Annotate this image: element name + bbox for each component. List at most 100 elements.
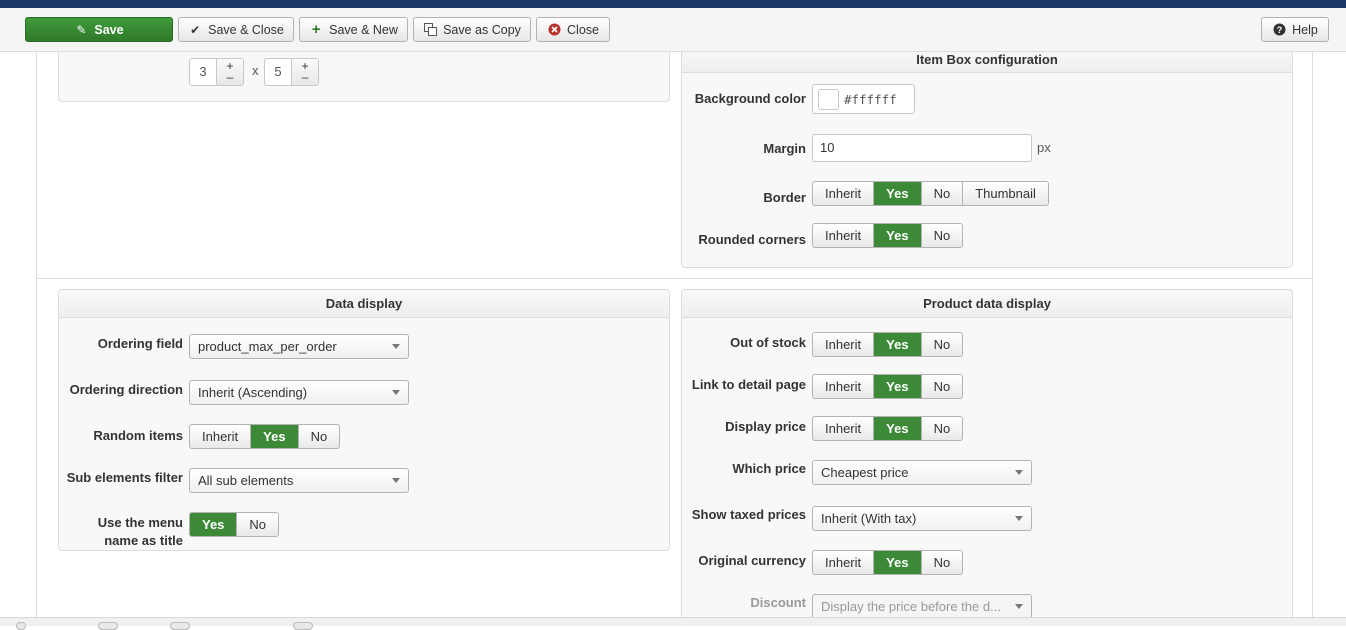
status-indicator — [98, 622, 118, 630]
chevron-down-icon — [392, 344, 400, 349]
status-indicator — [170, 622, 190, 630]
out-of-stock-option-yes[interactable]: Yes — [874, 333, 922, 356]
random-option-no[interactable]: No — [299, 425, 340, 448]
data-display-title: Data display — [59, 290, 669, 318]
check-icon: ✔ — [190, 22, 201, 37]
display-price-option-inherit[interactable]: Inherit — [813, 417, 875, 440]
sub-elements-select[interactable]: All sub elements — [189, 468, 409, 493]
times-separator: x — [252, 63, 259, 78]
close-circle-icon — [547, 23, 561, 37]
layout-size-panel: 3 + – x 5 + – — [58, 52, 670, 102]
taxed-prices-label: Show taxed prices — [691, 507, 806, 522]
background-color-label: Background color — [694, 91, 806, 106]
columns-stepper[interactable]: 5 + – — [264, 58, 319, 86]
save-button[interactable]: ✎ Save — [25, 17, 173, 42]
close-label: Close — [567, 22, 599, 37]
rows-value: 3 — [190, 59, 217, 85]
plus-icon: + — [311, 21, 321, 38]
ordering-direction-select[interactable]: Inherit (Ascending) — [189, 380, 409, 405]
rounded-option-yes[interactable]: Yes — [874, 224, 922, 247]
columns-value: 5 — [265, 59, 292, 85]
which-price-select[interactable]: Cheapest price — [812, 460, 1032, 485]
random-items-toggle[interactable]: Inherit Yes No — [189, 424, 341, 449]
save-close-button[interactable]: ✔ Save & Close — [178, 17, 294, 42]
random-option-yes[interactable]: Yes — [251, 425, 299, 448]
svg-text:?: ? — [1276, 25, 1282, 35]
which-price-value: Cheapest price — [821, 465, 909, 480]
decrement-icon[interactable]: – — [227, 71, 234, 83]
color-swatch[interactable] — [818, 88, 839, 110]
original-currency-label: Original currency — [698, 553, 806, 568]
rounded-corners-toggle[interactable]: Inherit Yes No — [812, 223, 964, 248]
save-new-button[interactable]: + Save & New — [299, 17, 408, 42]
chevron-down-icon — [392, 478, 400, 483]
menu-name-title-label: Use the menu name as title — [97, 515, 183, 548]
display-price-option-no[interactable]: No — [922, 417, 963, 440]
original-currency-option-inherit[interactable]: Inherit — [813, 551, 875, 574]
menu-name-option-no[interactable]: No — [237, 513, 278, 536]
discount-select[interactable]: Display the price before the d... — [812, 594, 1032, 618]
status-bar — [0, 617, 1346, 630]
original-currency-option-yes[interactable]: Yes — [874, 551, 922, 574]
save-copy-label: Save as Copy — [443, 22, 521, 37]
close-button[interactable]: Close — [536, 17, 610, 42]
original-currency-option-no[interactable]: No — [922, 551, 963, 574]
chevron-down-icon — [1015, 470, 1023, 475]
help-button[interactable]: ? Help — [1261, 17, 1329, 42]
background-color-field[interactable]: #ffffff — [812, 84, 915, 114]
border-option-inherit[interactable]: Inherit — [813, 182, 875, 205]
sub-elements-value: All sub elements — [198, 473, 294, 488]
ordering-direction-label: Ordering direction — [69, 382, 183, 397]
display-price-toggle[interactable]: Inherit Yes No — [812, 416, 964, 441]
margin-input[interactable]: 10 — [812, 134, 1032, 162]
out-of-stock-toggle[interactable]: Inherit Yes No — [812, 332, 964, 357]
top-navbar-strip — [0, 0, 1346, 8]
ordering-field-value: product_max_per_order — [198, 339, 337, 354]
random-option-inherit[interactable]: Inherit — [190, 425, 252, 448]
chevron-down-icon — [392, 390, 400, 395]
main-content: 3 + – x 5 + – Item Box configuration Bac… — [36, 52, 1313, 618]
random-items-label: Random items — [93, 428, 183, 443]
out-of-stock-option-no[interactable]: No — [922, 333, 963, 356]
chevron-down-icon — [1015, 516, 1023, 521]
taxed-prices-select[interactable]: Inherit (With tax) — [812, 506, 1032, 531]
rows-stepper[interactable]: 3 + – — [189, 58, 244, 86]
which-price-label: Which price — [732, 461, 806, 476]
link-detail-option-yes[interactable]: Yes — [874, 375, 922, 398]
menu-name-title-toggle[interactable]: Yes No — [189, 512, 280, 537]
out-of-stock-label: Out of stock — [730, 335, 806, 350]
product-display-title: Product data display — [682, 290, 1292, 318]
margin-unit: px — [1037, 140, 1051, 155]
margin-label: Margin — [763, 141, 806, 156]
status-indicator — [16, 622, 26, 630]
border-option-no[interactable]: No — [922, 182, 964, 205]
border-toggle[interactable]: Inherit Yes No Thumbnail — [812, 181, 1049, 206]
ordering-direction-value: Inherit (Ascending) — [198, 385, 308, 400]
border-option-yes[interactable]: Yes — [874, 182, 922, 205]
ordering-field-select[interactable]: product_max_per_order — [189, 334, 409, 359]
save-copy-button[interactable]: Save as Copy — [413, 17, 531, 42]
copy-icon — [423, 23, 437, 37]
original-currency-toggle[interactable]: Inherit Yes No — [812, 550, 964, 575]
discount-value: Display the price before the d... — [821, 599, 1001, 614]
link-detail-option-inherit[interactable]: Inherit — [813, 375, 875, 398]
decrement-icon[interactable]: – — [302, 71, 309, 83]
rounded-option-no[interactable]: No — [922, 224, 963, 247]
border-option-thumbnail[interactable]: Thumbnail — [963, 182, 1048, 205]
link-detail-toggle[interactable]: Inherit Yes No — [812, 374, 964, 399]
edit-icon: ✎ — [76, 22, 87, 37]
rows-stepper-buttons[interactable]: + – — [217, 59, 243, 85]
item-box-title: Item Box configuration — [682, 52, 1292, 73]
product-display-panel: Product data display Out of stock Inheri… — [681, 289, 1293, 618]
status-indicator — [293, 622, 313, 630]
display-price-label: Display price — [725, 419, 806, 434]
link-detail-option-no[interactable]: No — [922, 375, 963, 398]
save-close-label: Save & Close — [208, 22, 284, 37]
display-price-option-yes[interactable]: Yes — [874, 417, 922, 440]
rounded-option-inherit[interactable]: Inherit — [813, 224, 875, 247]
chevron-down-icon — [1015, 604, 1023, 609]
menu-name-option-yes[interactable]: Yes — [190, 513, 238, 536]
out-of-stock-option-inherit[interactable]: Inherit — [813, 333, 875, 356]
columns-stepper-buttons[interactable]: + – — [292, 59, 318, 85]
discount-label: Discount — [750, 595, 806, 610]
